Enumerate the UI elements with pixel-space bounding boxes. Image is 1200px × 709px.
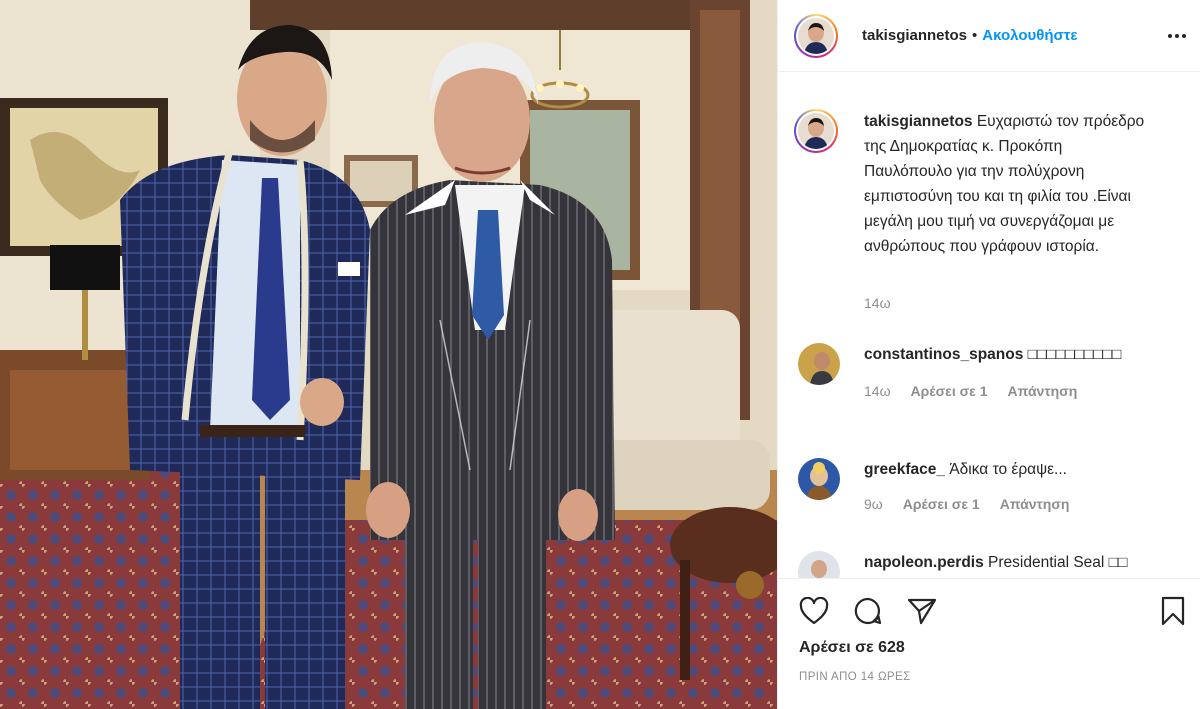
comment-item: greekface_ Άδικα το έραψε... 9ω Αρέσει σ… [798, 458, 1174, 512]
caption-avatar[interactable] [794, 109, 838, 153]
caption-time[interactable]: 14ω [864, 295, 891, 311]
caption-text: Ευχαριστώ τον πρόεδρο της Δημοκρατίας κ.… [864, 113, 1145, 255]
separator-dot: • [972, 27, 978, 44]
comment-likes[interactable]: Αρέσει σε 1 [911, 383, 988, 399]
comment-text: □□□□□□□□□□ [1027, 346, 1122, 363]
post-photo-illustration [0, 0, 777, 709]
comment-item: napoleon.perdis Presidential Seal □□ [798, 551, 1174, 578]
post-header: takisgiannetos • Ακολουθήστε [778, 0, 1200, 72]
follow-button[interactable]: Ακολουθήστε [982, 27, 1077, 44]
comment-likes[interactable]: Αρέσει σε 1 [903, 496, 980, 512]
caption: takisgiannetos Ευχαριστώ τον πρόεδρο της… [794, 109, 1154, 259]
comment-avatar[interactable] [798, 551, 840, 578]
comments-scroll-area[interactable]: takisgiannetos Ευχαριστώ τον πρόεδρο της… [778, 73, 1200, 578]
comment-avatar[interactable] [798, 343, 840, 385]
post-time-ago[interactable]: ΠΡΙΝ ΑΠΟ 14 ΩΡΕΣ [799, 671, 911, 683]
author-avatar[interactable] [794, 13, 838, 58]
post-photo[interactable] [0, 0, 777, 709]
comment-icon[interactable] [850, 593, 886, 629]
author-avatar-image [798, 17, 834, 54]
commenter-avatar-image [798, 343, 840, 385]
reply-button[interactable]: Απάντηση [1000, 496, 1070, 512]
comment-text: Άδικα το έραψε... [949, 461, 1067, 478]
comment-time[interactable]: 9ω [864, 496, 883, 512]
bookmark-icon[interactable] [1155, 593, 1191, 629]
more-horizontal-icon[interactable] [1167, 22, 1187, 45]
comment-username[interactable]: greekface_ [864, 461, 945, 478]
caption-avatar-image [798, 113, 834, 149]
likes-count[interactable]: Αρέσει σε 628 [799, 639, 905, 657]
post-side-panel: takisgiannetos • Ακολουθήστε takisgianne… [777, 0, 1200, 709]
author-username[interactable]: takisgiannetos [862, 27, 967, 44]
comment-avatar[interactable] [798, 458, 840, 500]
caption-username[interactable]: takisgiannetos [864, 113, 973, 130]
reply-button[interactable]: Απάντηση [1008, 383, 1078, 399]
caption-text-block: takisgiannetos Ευχαριστώ τον πρόεδρο της… [864, 109, 1154, 259]
post-actions [796, 593, 940, 629]
comment-username[interactable]: napoleon.perdis [864, 554, 984, 571]
comment-username[interactable]: constantinos_spanos [864, 346, 1023, 363]
commenter-avatar-image [798, 551, 840, 578]
commenter-avatar-image [798, 458, 840, 500]
comment-text: Presidential Seal □□ [988, 554, 1128, 571]
comment-time[interactable]: 14ω [864, 383, 891, 399]
comment-item: constantinos_spanos □□□□□□□□□□ 14ω Αρέσε… [798, 343, 1174, 399]
paper-plane-icon[interactable] [904, 593, 940, 629]
post-footer: Αρέσει σε 628 ΠΡΙΝ ΑΠΟ 14 ΩΡΕΣ [778, 578, 1200, 709]
heart-icon[interactable] [796, 593, 832, 629]
